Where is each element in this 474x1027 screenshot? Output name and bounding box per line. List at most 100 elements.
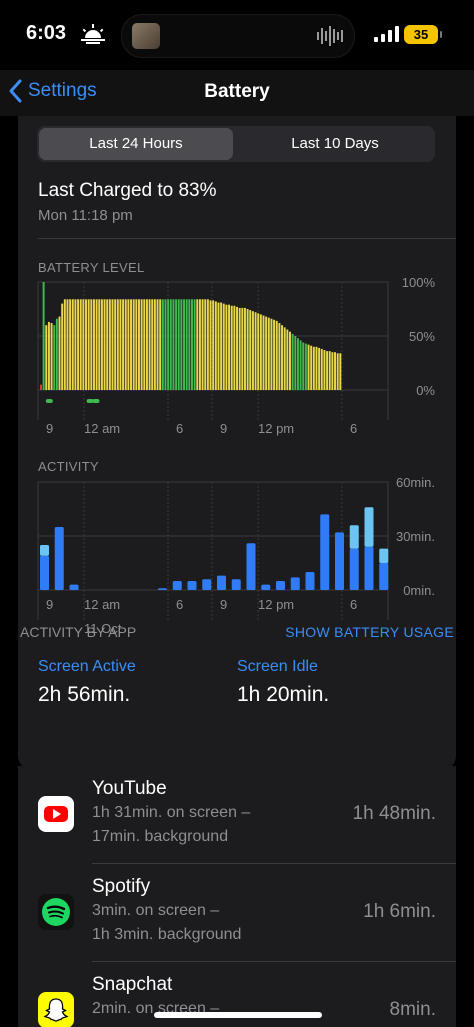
activity-bar-active bbox=[364, 546, 374, 590]
x-tick-label: 6 bbox=[350, 597, 357, 612]
activity-chart[interactable]: 60min.30min.0min.9 12 am 6 9 12 pm 611 Oct bbox=[18, 476, 456, 636]
battery-card: Last 24 Hours Last 10 Days Last Charged … bbox=[18, 116, 456, 770]
dynamic-island[interactable] bbox=[121, 14, 355, 58]
battery-bar bbox=[103, 299, 106, 390]
y-tick-label: 60min. bbox=[396, 476, 435, 490]
battery-bar bbox=[177, 299, 180, 390]
battery-bar bbox=[228, 304, 231, 390]
activity-bar-active bbox=[349, 548, 359, 590]
battery-bar bbox=[40, 384, 42, 390]
app-name: Snapchat bbox=[92, 974, 173, 995]
x-tick-label: 12 pm bbox=[258, 597, 294, 612]
battery-bar bbox=[201, 299, 204, 390]
battery-bar bbox=[238, 307, 241, 390]
battery-bar bbox=[66, 299, 69, 390]
status-bar: 6:03 35 bbox=[0, 0, 474, 70]
navigation-bar: Settings Battery bbox=[0, 70, 474, 116]
battery-bar bbox=[204, 299, 207, 390]
activity-by-app-header: ACTIVITY BY APP bbox=[20, 624, 137, 640]
y-tick-label: 30min. bbox=[396, 529, 435, 544]
app-detail: 1h 31min. on screen – bbox=[92, 804, 251, 821]
battery-bar bbox=[315, 346, 318, 390]
activity-bar-idle bbox=[349, 525, 359, 549]
battery-bar bbox=[257, 313, 260, 390]
app-row-youtube[interactable]: YouTube 1h 31min. on screen – 17min. bac… bbox=[18, 766, 456, 864]
x-tick-label: 6 bbox=[350, 421, 357, 436]
battery-bar bbox=[71, 299, 74, 390]
battery-bar bbox=[130, 299, 133, 390]
battery-bar bbox=[90, 299, 93, 390]
app-name: Spotify bbox=[92, 876, 151, 897]
battery-bar bbox=[217, 302, 220, 390]
now-playing-artwork bbox=[132, 23, 160, 49]
battery-bar bbox=[63, 299, 66, 390]
show-battery-usage-link[interactable]: SHOW BATTERY USAGE bbox=[285, 624, 454, 640]
y-tick-label: 0min. bbox=[403, 583, 435, 598]
time-range-segmented-control[interactable]: Last 24 Hours Last 10 Days bbox=[37, 126, 435, 162]
activity-bar-active bbox=[305, 572, 315, 590]
battery-bar bbox=[307, 344, 310, 390]
battery-bar bbox=[116, 299, 119, 390]
battery-bar bbox=[148, 299, 151, 390]
battery-bar bbox=[188, 299, 191, 390]
battery-bar bbox=[318, 347, 321, 390]
app-detail: 17min. background bbox=[92, 828, 229, 845]
battery-bar bbox=[74, 299, 77, 390]
activity-bar-active bbox=[202, 579, 212, 590]
home-indicator[interactable] bbox=[154, 1012, 322, 1018]
segment-last-10-days[interactable]: Last 10 Days bbox=[237, 128, 433, 160]
battery-bar bbox=[310, 345, 313, 390]
app-list: YouTube 1h 31min. on screen – 17min. bac… bbox=[18, 766, 456, 1027]
battery-bar bbox=[304, 343, 307, 390]
battery-bar bbox=[251, 311, 254, 390]
battery-bar bbox=[294, 336, 297, 390]
y-tick-label: 0% bbox=[416, 383, 435, 398]
battery-bar bbox=[111, 299, 114, 390]
battery-bar bbox=[286, 329, 289, 390]
activity-bar-idle bbox=[40, 545, 49, 556]
activity-bar-active bbox=[231, 579, 241, 590]
battery-bar bbox=[312, 346, 315, 390]
charging-marker bbox=[45, 399, 53, 403]
battery-bar bbox=[243, 307, 246, 390]
battery-bar bbox=[159, 299, 162, 390]
battery-bar bbox=[230, 305, 233, 390]
x-tick-label: 12 am bbox=[84, 597, 120, 612]
battery-bar bbox=[265, 316, 268, 390]
status-time: 6:03 bbox=[26, 22, 67, 44]
battery-bar bbox=[278, 323, 281, 390]
battery-bar bbox=[87, 299, 90, 390]
screen-idle-label: Screen Idle bbox=[237, 658, 318, 675]
battery-bar bbox=[212, 300, 215, 390]
battery-level-chart[interactable]: 100% 50% 0% 9 12 am 6 9 12 pm 6 bbox=[18, 276, 456, 436]
battery-bar bbox=[119, 299, 122, 390]
battery-bar bbox=[291, 333, 294, 390]
youtube-icon bbox=[38, 796, 74, 832]
battery-bar bbox=[323, 350, 326, 390]
activity-bar-idle bbox=[379, 548, 389, 563]
activity-bar-active bbox=[276, 581, 285, 590]
battery-bar bbox=[156, 299, 159, 390]
battery-bar bbox=[267, 317, 270, 390]
battery-bar bbox=[339, 353, 342, 390]
battery-bar bbox=[92, 299, 95, 390]
battery-bar bbox=[191, 299, 193, 390]
battery-bar bbox=[175, 299, 178, 390]
segment-last-24-hours[interactable]: Last 24 Hours bbox=[39, 128, 233, 160]
battery-bar bbox=[262, 315, 265, 390]
sun-horizon-icon bbox=[81, 24, 105, 44]
battery-bar bbox=[331, 352, 334, 390]
activity-bar-active bbox=[172, 581, 182, 590]
x-tick-label: 9 bbox=[220, 597, 227, 612]
battery-bar bbox=[233, 305, 236, 390]
battery-bar bbox=[140, 299, 143, 390]
activity-bar-active bbox=[379, 563, 389, 590]
battery-bar bbox=[114, 299, 117, 390]
activity-bar-active bbox=[54, 527, 64, 590]
battery-bar bbox=[50, 323, 53, 390]
battery-bar bbox=[225, 304, 228, 390]
app-row-spotify[interactable]: Spotify 3min. on screen – 1h 3min. backg… bbox=[18, 864, 456, 962]
battery-bar bbox=[281, 325, 284, 390]
battery-bar bbox=[77, 299, 80, 390]
activity-bar-active bbox=[187, 581, 197, 590]
